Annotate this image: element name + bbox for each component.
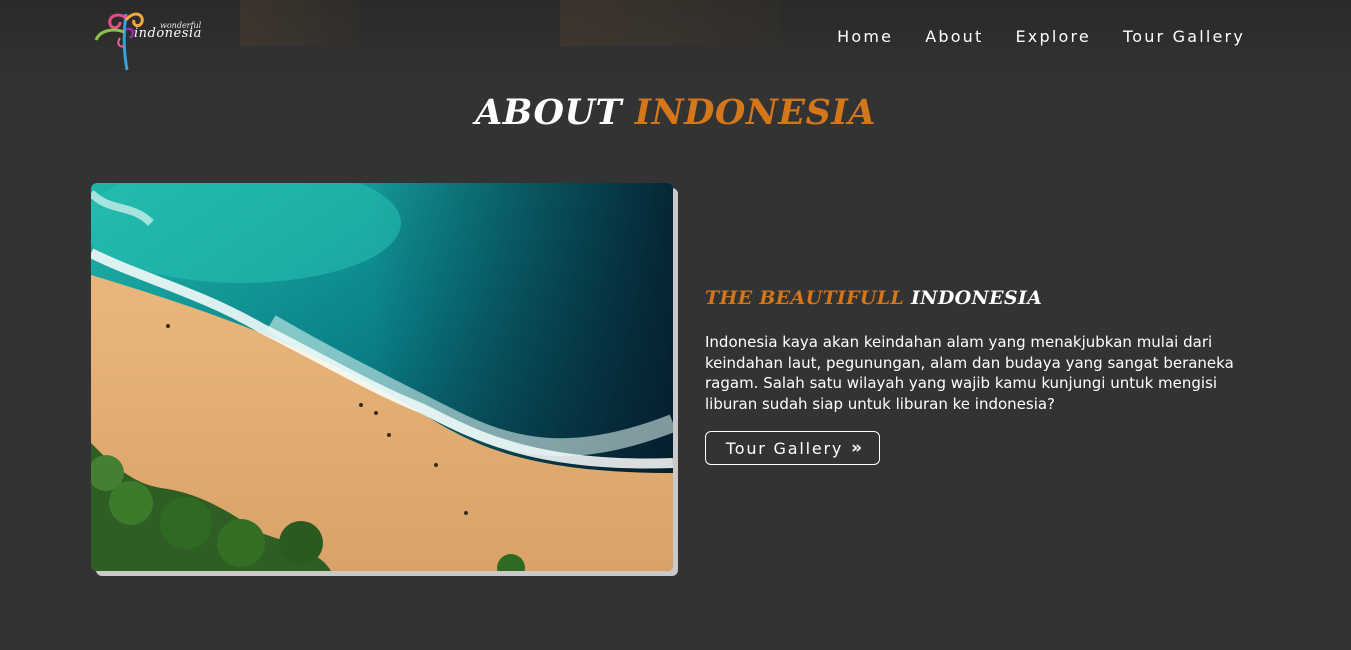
main-nav: Home About Explore Tour Gallery	[837, 27, 1245, 46]
nav-tour-gallery[interactable]: Tour Gallery	[1123, 27, 1245, 46]
tour-gallery-button[interactable]: Tour Gallery ››	[705, 431, 880, 465]
section-subtitle: THE BEAUTIFULL INDONESIA	[705, 287, 1042, 309]
beach-illustration	[91, 183, 673, 571]
section-title: ABOUT INDONESIA	[0, 92, 1351, 133]
section-subtitle-accent: THE BEAUTIFULL	[705, 287, 905, 309]
nav-about[interactable]: About	[925, 27, 983, 46]
header-background-decoration	[560, 0, 780, 48]
tour-gallery-button-label: Tour Gallery	[725, 438, 844, 458]
section-description: Indonesia kaya akan keindahan alam yang …	[705, 333, 1234, 413]
navbar: wonderful indonesia Home About Explore T…	[0, 0, 1351, 72]
brand-logo[interactable]: wonderful indonesia	[90, 8, 210, 72]
logo-text-big: indonesia	[134, 26, 202, 41]
header-background-decoration	[240, 0, 360, 48]
nav-explore[interactable]: Explore	[1016, 27, 1091, 46]
nav-home[interactable]: Home	[837, 27, 893, 46]
double-chevron-right-icon: ››	[851, 438, 862, 458]
section-subtitle-main: INDONESIA	[910, 287, 1043, 309]
beach-photo	[91, 183, 673, 571]
section-title-accent: INDONESIA	[634, 92, 876, 133]
section-title-main: ABOUT	[475, 92, 623, 133]
